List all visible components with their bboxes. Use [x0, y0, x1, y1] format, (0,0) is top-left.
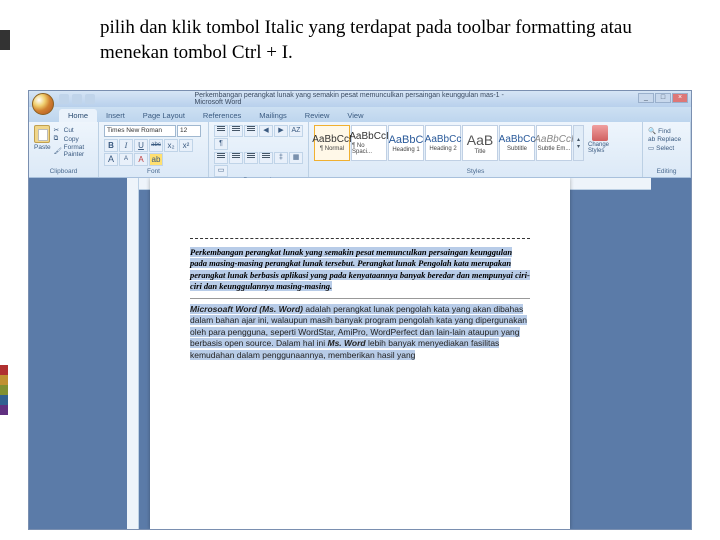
word-screenshot: Perkembangan perangkat lunak yang semaki… — [28, 90, 692, 530]
instruction-text: pilih dan klik tombol Italic yang terdap… — [100, 16, 660, 65]
style-normal[interactable]: AaBbCcI¶ Normal — [314, 125, 350, 161]
vertical-ruler[interactable] — [127, 178, 139, 529]
grow-font-button[interactable]: A — [104, 153, 118, 166]
styles-label: Styles — [314, 168, 637, 176]
select-icon: ▭ — [648, 144, 654, 152]
style-no-spacing[interactable]: AaBbCcI¶ No Spaci... — [351, 125, 387, 161]
clipboard-label: Clipboard — [34, 168, 93, 176]
change-styles-icon — [592, 125, 608, 141]
tab-mailings[interactable]: Mailings — [250, 109, 296, 122]
tab-page-layout[interactable]: Page Layout — [134, 109, 194, 122]
slide-accent-colors — [0, 365, 8, 415]
style-subtle-em[interactable]: AaBbCcISubtle Em... — [536, 125, 572, 161]
tab-view[interactable]: View — [338, 109, 372, 122]
paste-label: Paste — [34, 144, 51, 151]
align-left-button[interactable] — [214, 152, 228, 164]
replace-button[interactable]: abReplace — [648, 136, 685, 143]
group-editing: 🔍Find abReplace ▭Select Editing — [643, 122, 691, 177]
multilevel-button[interactable] — [244, 125, 258, 137]
align-right-button[interactable] — [244, 152, 258, 164]
indent-inc-button[interactable]: ▶ — [274, 125, 288, 137]
style-heading2[interactable]: AaBbCcHeading 2 — [425, 125, 461, 161]
sort-button[interactable]: AZ — [289, 125, 303, 137]
numbering-button[interactable] — [229, 125, 243, 137]
cut-button[interactable]: ✂Cut — [54, 126, 93, 134]
change-styles-button[interactable]: Change Styles — [588, 125, 612, 154]
align-center-button[interactable] — [229, 152, 243, 164]
window-controls: _ □ × — [638, 93, 688, 103]
ribbon-tabs: Home Insert Page Layout References Maili… — [29, 107, 691, 122]
font-label: Font — [104, 168, 203, 176]
tab-references[interactable]: References — [194, 109, 250, 122]
group-paragraph: ◀ ▶ AZ ¶ ‡ ▦ ▭ Paragraph — [209, 122, 309, 177]
copy-button[interactable]: ⧉Copy — [54, 135, 93, 143]
borders-button[interactable]: ▭ — [214, 165, 228, 177]
selected-italic-text[interactable]: Perkembangan perangkat lunak yang semaki… — [190, 247, 530, 291]
styles-more-button[interactable]: ▴▾ — [573, 125, 584, 161]
editing-label: Editing — [648, 168, 685, 176]
indent-dec-button[interactable]: ◀ — [259, 125, 273, 137]
bullets-button[interactable] — [214, 125, 228, 137]
close-button[interactable]: × — [672, 93, 688, 103]
justify-button[interactable] — [259, 152, 273, 164]
italic-button[interactable]: I — [119, 139, 133, 152]
format-painter-button[interactable]: 🖌Format Painter — [54, 144, 93, 158]
text-separator — [190, 298, 530, 299]
superscript-button[interactable]: x² — [179, 139, 193, 152]
style-title[interactable]: AaBTitle — [462, 125, 498, 161]
subscript-button[interactable]: x₂ — [164, 139, 178, 152]
tab-home[interactable]: Home — [59, 109, 97, 122]
shrink-font-button[interactable]: A — [119, 153, 133, 166]
group-clipboard: Paste ✂Cut ⧉Copy 🖌Format Painter Clipboa… — [29, 122, 99, 177]
tab-review[interactable]: Review — [296, 109, 339, 122]
replace-icon: ab — [648, 136, 655, 143]
strike-button[interactable]: abc — [149, 139, 163, 152]
copy-icon: ⧉ — [54, 135, 62, 143]
slide-accent — [0, 30, 10, 50]
find-icon: 🔍 — [648, 127, 656, 135]
titlebar: Perkembangan perangkat lunak yang semaki… — [29, 91, 691, 107]
group-styles: AaBbCcI¶ Normal AaBbCcI¶ No Spaci... AaB… — [309, 122, 643, 177]
font-color-button[interactable]: A — [134, 153, 148, 166]
line-spacing-button[interactable]: ‡ — [274, 152, 288, 164]
office-button[interactable] — [32, 93, 54, 115]
show-marks-button[interactable]: ¶ — [214, 138, 228, 150]
minimize-button[interactable]: _ — [638, 93, 654, 103]
brush-icon: 🖌 — [54, 147, 62, 155]
highlight-button[interactable]: ab — [149, 153, 163, 166]
quick-access-toolbar[interactable] — [59, 94, 95, 104]
font-size-select[interactable]: 12 — [177, 125, 201, 137]
ribbon: Paste ✂Cut ⧉Copy 🖌Format Painter Clipboa… — [29, 122, 691, 178]
document-paragraph[interactable]: Microsoaft Word (Ms. Word) adalah perang… — [190, 304, 530, 361]
document-area: Perkembangan perangkat lunak yang semaki… — [29, 178, 691, 529]
page-break-line — [190, 238, 530, 239]
font-name-select[interactable]: Times New Roman — [104, 125, 176, 137]
group-font: Times New Roman 12 B I U abc x₂ x² A A A… — [99, 122, 209, 177]
select-button[interactable]: ▭Select — [648, 144, 685, 152]
tab-insert[interactable]: Insert — [97, 109, 134, 122]
shading-button[interactable]: ▦ — [289, 152, 303, 164]
style-subtitle[interactable]: AaBbCcSubtitle — [499, 125, 535, 161]
underline-button[interactable]: U — [134, 139, 148, 152]
scissors-icon: ✂ — [54, 126, 62, 134]
maximize-button[interactable]: □ — [655, 93, 671, 103]
find-button[interactable]: 🔍Find — [648, 127, 685, 135]
paste-icon — [34, 125, 50, 143]
style-heading1[interactable]: AaBbCHeading 1 — [388, 125, 424, 161]
document-page[interactable]: Perkembangan perangkat lunak yang semaki… — [150, 178, 570, 529]
paste-button[interactable]: Paste — [34, 125, 51, 168]
window-title: Perkembangan perangkat lunak yang semaki… — [195, 92, 526, 106]
bold-button[interactable]: B — [104, 139, 118, 152]
